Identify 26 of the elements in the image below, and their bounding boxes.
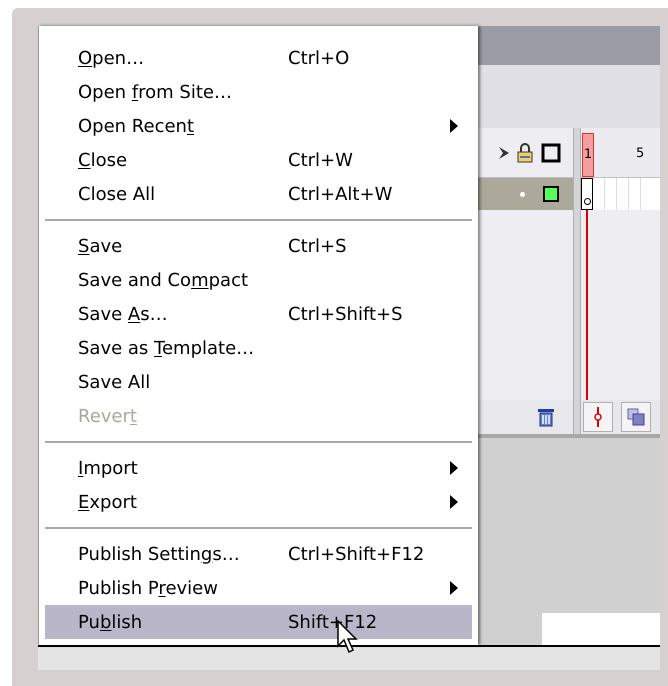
menu-item[interactable]: Save Ctrl+S [45,229,472,263]
layer-row[interactable] [478,178,573,210]
menu-item[interactable]: Open Recent [45,109,472,143]
trash-icon[interactable] [537,407,555,427]
lock-icon [517,142,533,162]
layer-color-swatch [543,186,559,202]
menu-item[interactable]: Export [45,485,472,519]
menu-item[interactable]: Save As… Ctrl+Shift+S [45,297,472,331]
menu-item[interactable]: Close All Ctrl+Alt+W [45,177,472,211]
playhead[interactable]: 1 [582,133,594,177]
frame-number: 5 [636,144,644,162]
menu-item[interactable]: Publish Preview [45,571,472,605]
menu-item[interactable]: Save All [45,365,472,399]
menu-item[interactable]: Close Ctrl+W [45,143,472,177]
playhead-marker-icon [594,407,602,427]
center-frame-button[interactable] [583,402,613,432]
menu-item[interactable]: Save as Template… [45,331,472,365]
menu-item[interactable]: Open from Site… [45,75,472,109]
layers-icon [627,408,645,426]
menu-item[interactable]: Import [45,451,472,485]
menu-item[interactable]: Open… Ctrl+O [45,41,472,75]
onion-skin-button[interactable] [621,402,651,432]
menu-item[interactable]: Publish Settings… Ctrl+Shift+F12 [45,537,472,571]
outline-icon [541,142,561,162]
menu-item[interactable]: Save and Compact [45,263,472,297]
menu-item[interactable]: Publish Shift+F12 [45,605,472,639]
